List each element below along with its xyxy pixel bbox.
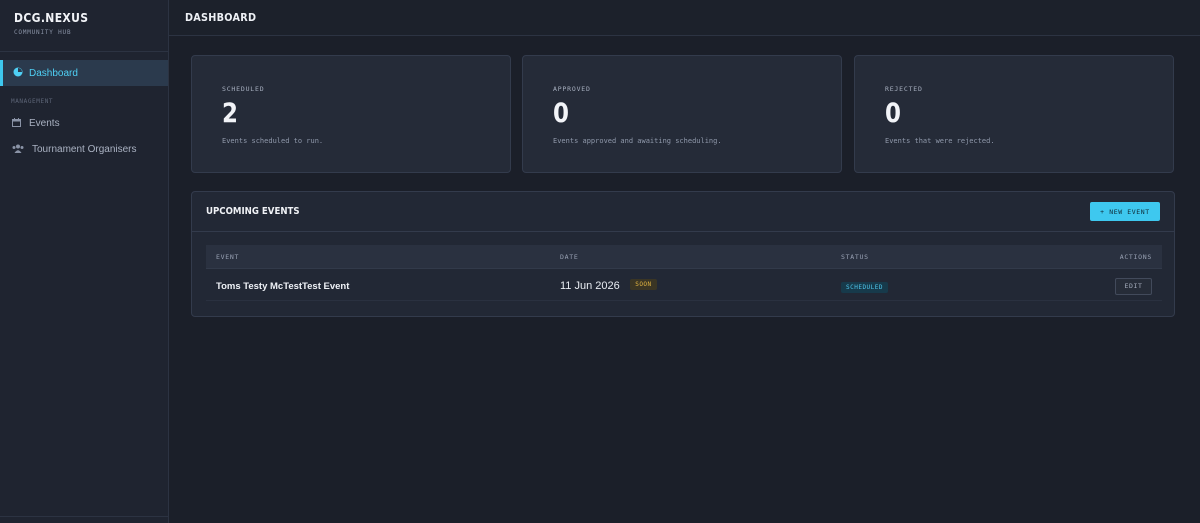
topbar: DASHBOARD	[169, 0, 1200, 36]
column-header-status: STATUS	[841, 252, 869, 261]
stat-card-rejected: REJECTED 0 Events that were rejected.	[854, 55, 1174, 173]
stat-description: Events approved and awaiting scheduling.	[553, 137, 722, 145]
brand-title: DCG.NEXUS	[14, 11, 89, 25]
edit-button[interactable]: EDIT	[1115, 277, 1152, 295]
section-label-management: MANAGEMENT	[11, 98, 54, 105]
table-row: Toms Testy McTestTest Event 11 Jun 2026 …	[206, 268, 1162, 301]
sidebar-item-dashboard[interactable]: Dashboard	[0, 60, 168, 86]
stat-card-approved: APPROVED 0 Events approved and awaiting …	[522, 55, 842, 173]
column-header-date: DATE	[560, 252, 579, 261]
sidebar-item-tournament-organisers[interactable]: Tournament Organisers	[0, 139, 168, 159]
stat-card-scheduled: SCHEDULED 2 Events scheduled to run.	[191, 55, 511, 173]
stat-value: 2	[222, 98, 238, 129]
new-event-button[interactable]: + NEW EVENT	[1090, 202, 1160, 221]
calendar-icon	[12, 114, 21, 132]
sidebar-item-label: Dashboard	[29, 67, 78, 79]
upcoming-events-panel: UPCOMING EVENTS + NEW EVENT EVENT DATE S…	[191, 191, 1175, 317]
stat-description: Events that were rejected.	[885, 137, 995, 145]
events-table: EVENT DATE STATUS ACTIONS Toms Testy McT…	[206, 245, 1162, 301]
event-date: 11 Jun 2026	[560, 279, 620, 292]
stat-label: APPROVED	[553, 85, 591, 93]
panel-title: UPCOMING EVENTS	[206, 206, 300, 217]
panel-header: UPCOMING EVENTS + NEW EVENT	[192, 192, 1174, 232]
stat-value: 0	[553, 98, 569, 129]
column-header-actions: ACTIONS	[1119, 252, 1152, 261]
brand: DCG.NEXUS COMMUNITY HUB	[0, 0, 168, 52]
column-header-event: EVENT	[216, 252, 240, 261]
table-header: EVENT DATE STATUS ACTIONS	[206, 245, 1162, 268]
stat-value: 0	[885, 98, 901, 129]
sidebar-item-label: Tournament Organisers	[32, 143, 137, 155]
page-title: DASHBOARD	[185, 11, 257, 24]
stat-label: SCHEDULED	[222, 85, 265, 93]
soon-badge: SOON	[630, 278, 657, 290]
sidebar-item-label: Events	[29, 117, 60, 129]
sidebar: DCG.NEXUS COMMUNITY HUB Dashboard MANAGE…	[0, 0, 169, 523]
stat-label: REJECTED	[885, 85, 923, 93]
users-icon	[12, 140, 24, 158]
stat-description: Events scheduled to run.	[222, 137, 324, 145]
brand-subtitle: COMMUNITY HUB	[14, 29, 72, 36]
sidebar-divider	[0, 516, 168, 517]
event-name: Toms Testy McTestTest Event	[216, 280, 350, 292]
status-badge: SCHEDULED	[841, 281, 889, 293]
sidebar-item-events[interactable]: Events	[0, 113, 168, 133]
dashboard-icon	[13, 64, 23, 82]
